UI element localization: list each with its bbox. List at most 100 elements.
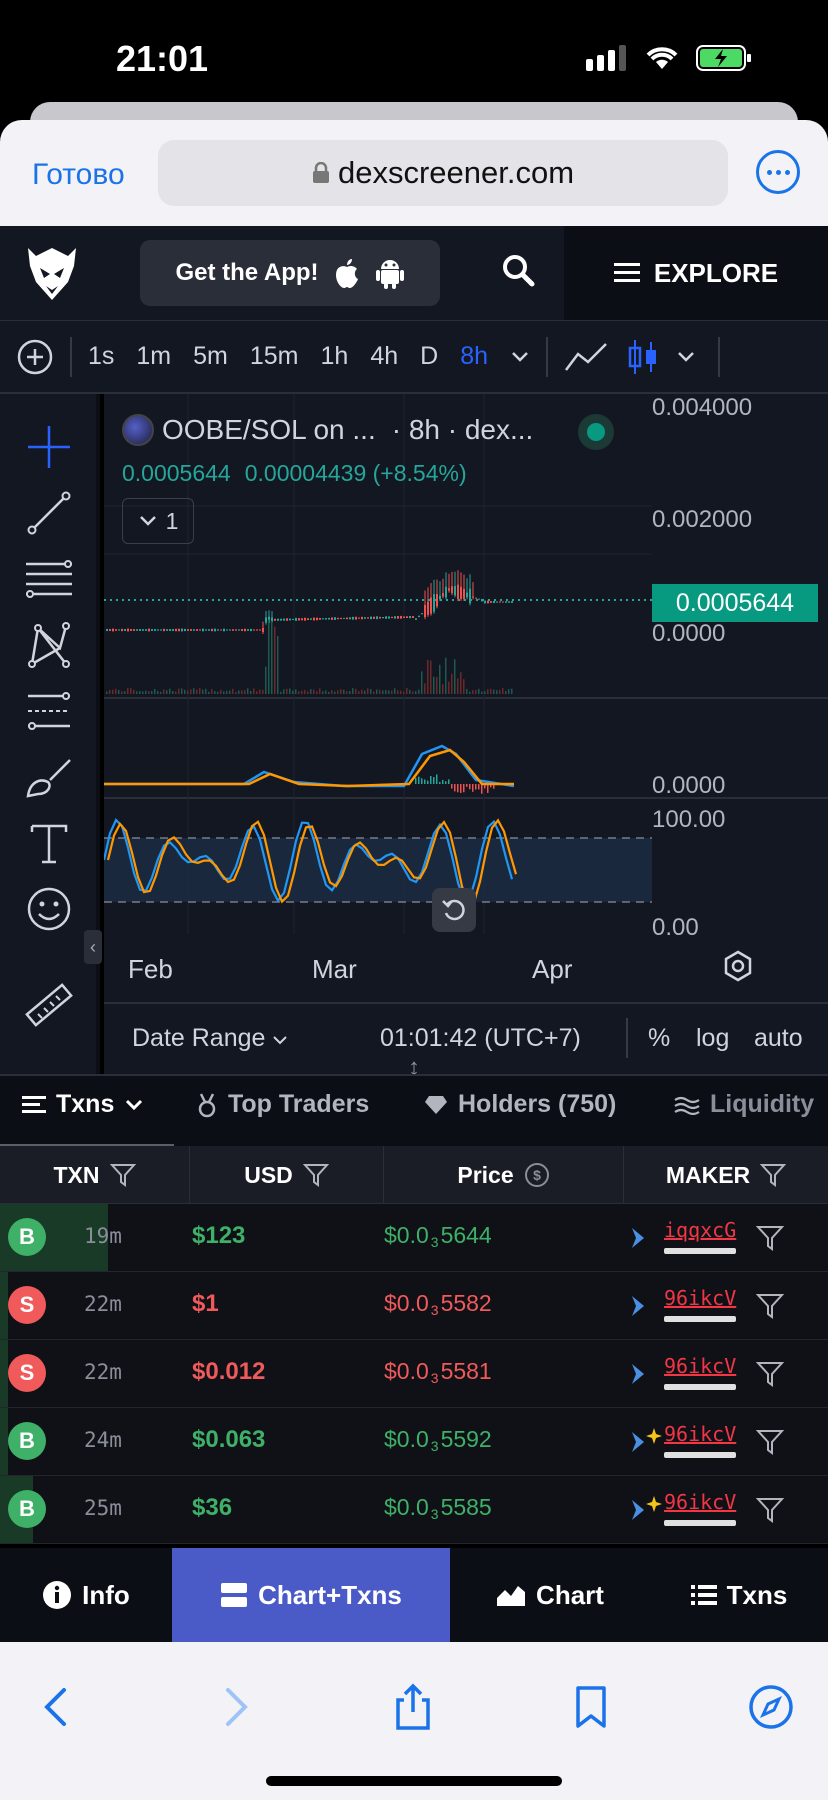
macd-histogram-bar [472,784,474,792]
price-zero-count: 3 [430,1370,439,1386]
filter-icon[interactable] [756,1224,784,1252]
maker-wallet-icon[interactable] [628,1358,662,1390]
back-arrow-icon[interactable] [32,1682,82,1732]
get-app-button[interactable]: Get the App! [140,240,440,306]
done-button[interactable]: Готово [32,158,125,192]
maker-wallet-icon[interactable] [628,1426,662,1458]
tab-top-traders[interactable]: Top Traders [196,1090,369,1119]
volume-bar [229,690,231,694]
percent-scale-toggle[interactable]: % [648,1024,670,1053]
tab-liquidity[interactable]: Liquidity [674,1090,814,1119]
maker-address-link[interactable]: iqqxcG [664,1218,736,1242]
table-row[interactable]: B 19m $123 $0.0 35644 iqqxcG [0,1204,828,1272]
trend-line-icon[interactable] [24,488,74,538]
timeframe-15m[interactable]: 15m [250,342,299,371]
forecast-tool-icon[interactable] [24,686,74,736]
volume-bar [247,688,249,694]
filter-icon[interactable] [760,1163,787,1187]
table-row[interactable]: S 22m $0.012 $0.0 35581 96ikcV [0,1340,828,1408]
maker-address-link[interactable]: 96ikcV [664,1490,736,1514]
maker-wallet-icon[interactable] [628,1290,662,1322]
column-header-maker[interactable]: MAKER [624,1146,828,1204]
dollar-circle-icon[interactable]: $ [524,1162,550,1188]
volume-bar [163,689,165,694]
range-bar: Date Range 01:01:42 (UTC+7) % log auto [104,1002,828,1074]
column-header-usd[interactable]: USD [190,1146,384,1204]
maker-wallet-icon[interactable] [628,1222,662,1254]
macd-histogram-bar [427,780,429,784]
nav-info[interactable]: Info [0,1548,172,1642]
indicators-collapse-button[interactable]: 1 [122,498,194,544]
timeframe-1h[interactable]: 1h [321,342,349,371]
table-row[interactable]: B 25m $36 $0.0 35585 96ikcV [0,1476,828,1544]
macd-histogram-bar [415,777,417,784]
reset-chart-icon[interactable] [432,888,476,932]
ruler-icon[interactable] [24,980,74,1030]
price-candle [259,629,261,631]
filter-icon[interactable] [756,1292,784,1320]
volume-bar [253,688,255,694]
price-zero-count: 3 [430,1438,439,1454]
filter-icon[interactable] [756,1428,784,1456]
chart-legend[interactable]: OOBE/SOL on ... · 8h · dex... [122,414,533,446]
maker-wallet-icon[interactable] [628,1494,662,1526]
date-range-dropdown[interactable]: Date Range [132,1024,288,1053]
explore-button[interactable]: EXPLORE [564,226,828,320]
tab-txns[interactable]: Txns [22,1090,144,1119]
timeframe-5m[interactable]: 5m [193,342,228,371]
bookmarks-icon[interactable] [566,1682,616,1732]
price-candle [202,628,204,632]
compass-icon[interactable] [746,1682,796,1732]
crosshair-icon[interactable] [24,422,74,472]
table-row[interactable]: B 24m $0.063 $0.0 35592 96ikcV [0,1408,828,1476]
timeframe-d[interactable]: D [420,342,438,371]
pattern-tool-icon[interactable] [24,620,74,670]
url-bar[interactable]: dexscreener.com [158,140,728,206]
filter-icon[interactable] [756,1360,784,1388]
share-icon[interactable] [388,1682,438,1732]
timeframe-1s[interactable]: 1s [88,342,114,371]
tab-holders[interactable]: Holders (750) [424,1090,616,1119]
price-candle [409,615,411,619]
timeframe-1m[interactable]: 1m [136,342,171,371]
collapse-sidebar-icon[interactable]: ‹ [84,930,102,964]
search-icon[interactable] [498,250,538,290]
log-scale-toggle[interactable]: log [696,1024,729,1053]
brush-icon[interactable] [24,752,74,802]
line-chart-icon[interactable] [564,340,608,374]
filter-icon[interactable] [109,1163,136,1187]
filter-icon[interactable] [302,1163,329,1187]
column-header-txn[interactable]: TXN [0,1146,190,1204]
filter-icon[interactable] [756,1496,784,1524]
fib-retracement-icon[interactable] [24,554,74,604]
chart-area[interactable]: OOBE/SOL on ... · 8h · dex... 0.0005644 … [104,394,828,1002]
more-options-icon[interactable] [756,150,800,194]
price-candle [241,629,243,631]
tab-top-traders-label: Top Traders [228,1090,370,1118]
nav-chart[interactable]: Chart [450,1548,650,1642]
table-header: TXN USD Price $ MAKER [0,1146,828,1204]
chart-clock[interactable]: 01:01:42 (UTC+7) [380,1024,581,1053]
table-row[interactable]: S 22m $1 $0.0 35582 96ikcV [0,1272,828,1340]
nav-chart-txns[interactable]: Chart+Txns [172,1548,450,1642]
maker-address-link[interactable]: 96ikcV [664,1286,736,1310]
maker-address-link[interactable]: 96ikcV [664,1354,736,1378]
timeframe-4h[interactable]: 4h [370,342,398,371]
add-indicator-icon[interactable] [16,338,54,376]
volume-bar [193,688,195,694]
text-tool-icon[interactable] [24,818,74,868]
price-candle [484,600,486,604]
dexscreener-logo-icon[interactable] [24,244,80,304]
column-header-price[interactable]: Price $ [384,1146,624,1204]
timeframe-chevron-down-icon[interactable] [510,350,530,364]
maker-address-link[interactable]: 96ikcV [664,1422,736,1446]
candlestick-icon[interactable] [628,338,658,376]
forward-arrow-icon[interactable] [210,1682,260,1732]
timeframe-8h[interactable]: 8h [460,342,488,371]
settings-gear-icon[interactable] [720,948,756,984]
nav-txns[interactable]: Txns [650,1548,828,1642]
chart-type-chevron-down-icon[interactable] [676,350,696,364]
auto-scale-toggle[interactable]: auto [754,1024,803,1053]
emoji-icon[interactable] [24,884,74,934]
price-candle [328,617,330,620]
